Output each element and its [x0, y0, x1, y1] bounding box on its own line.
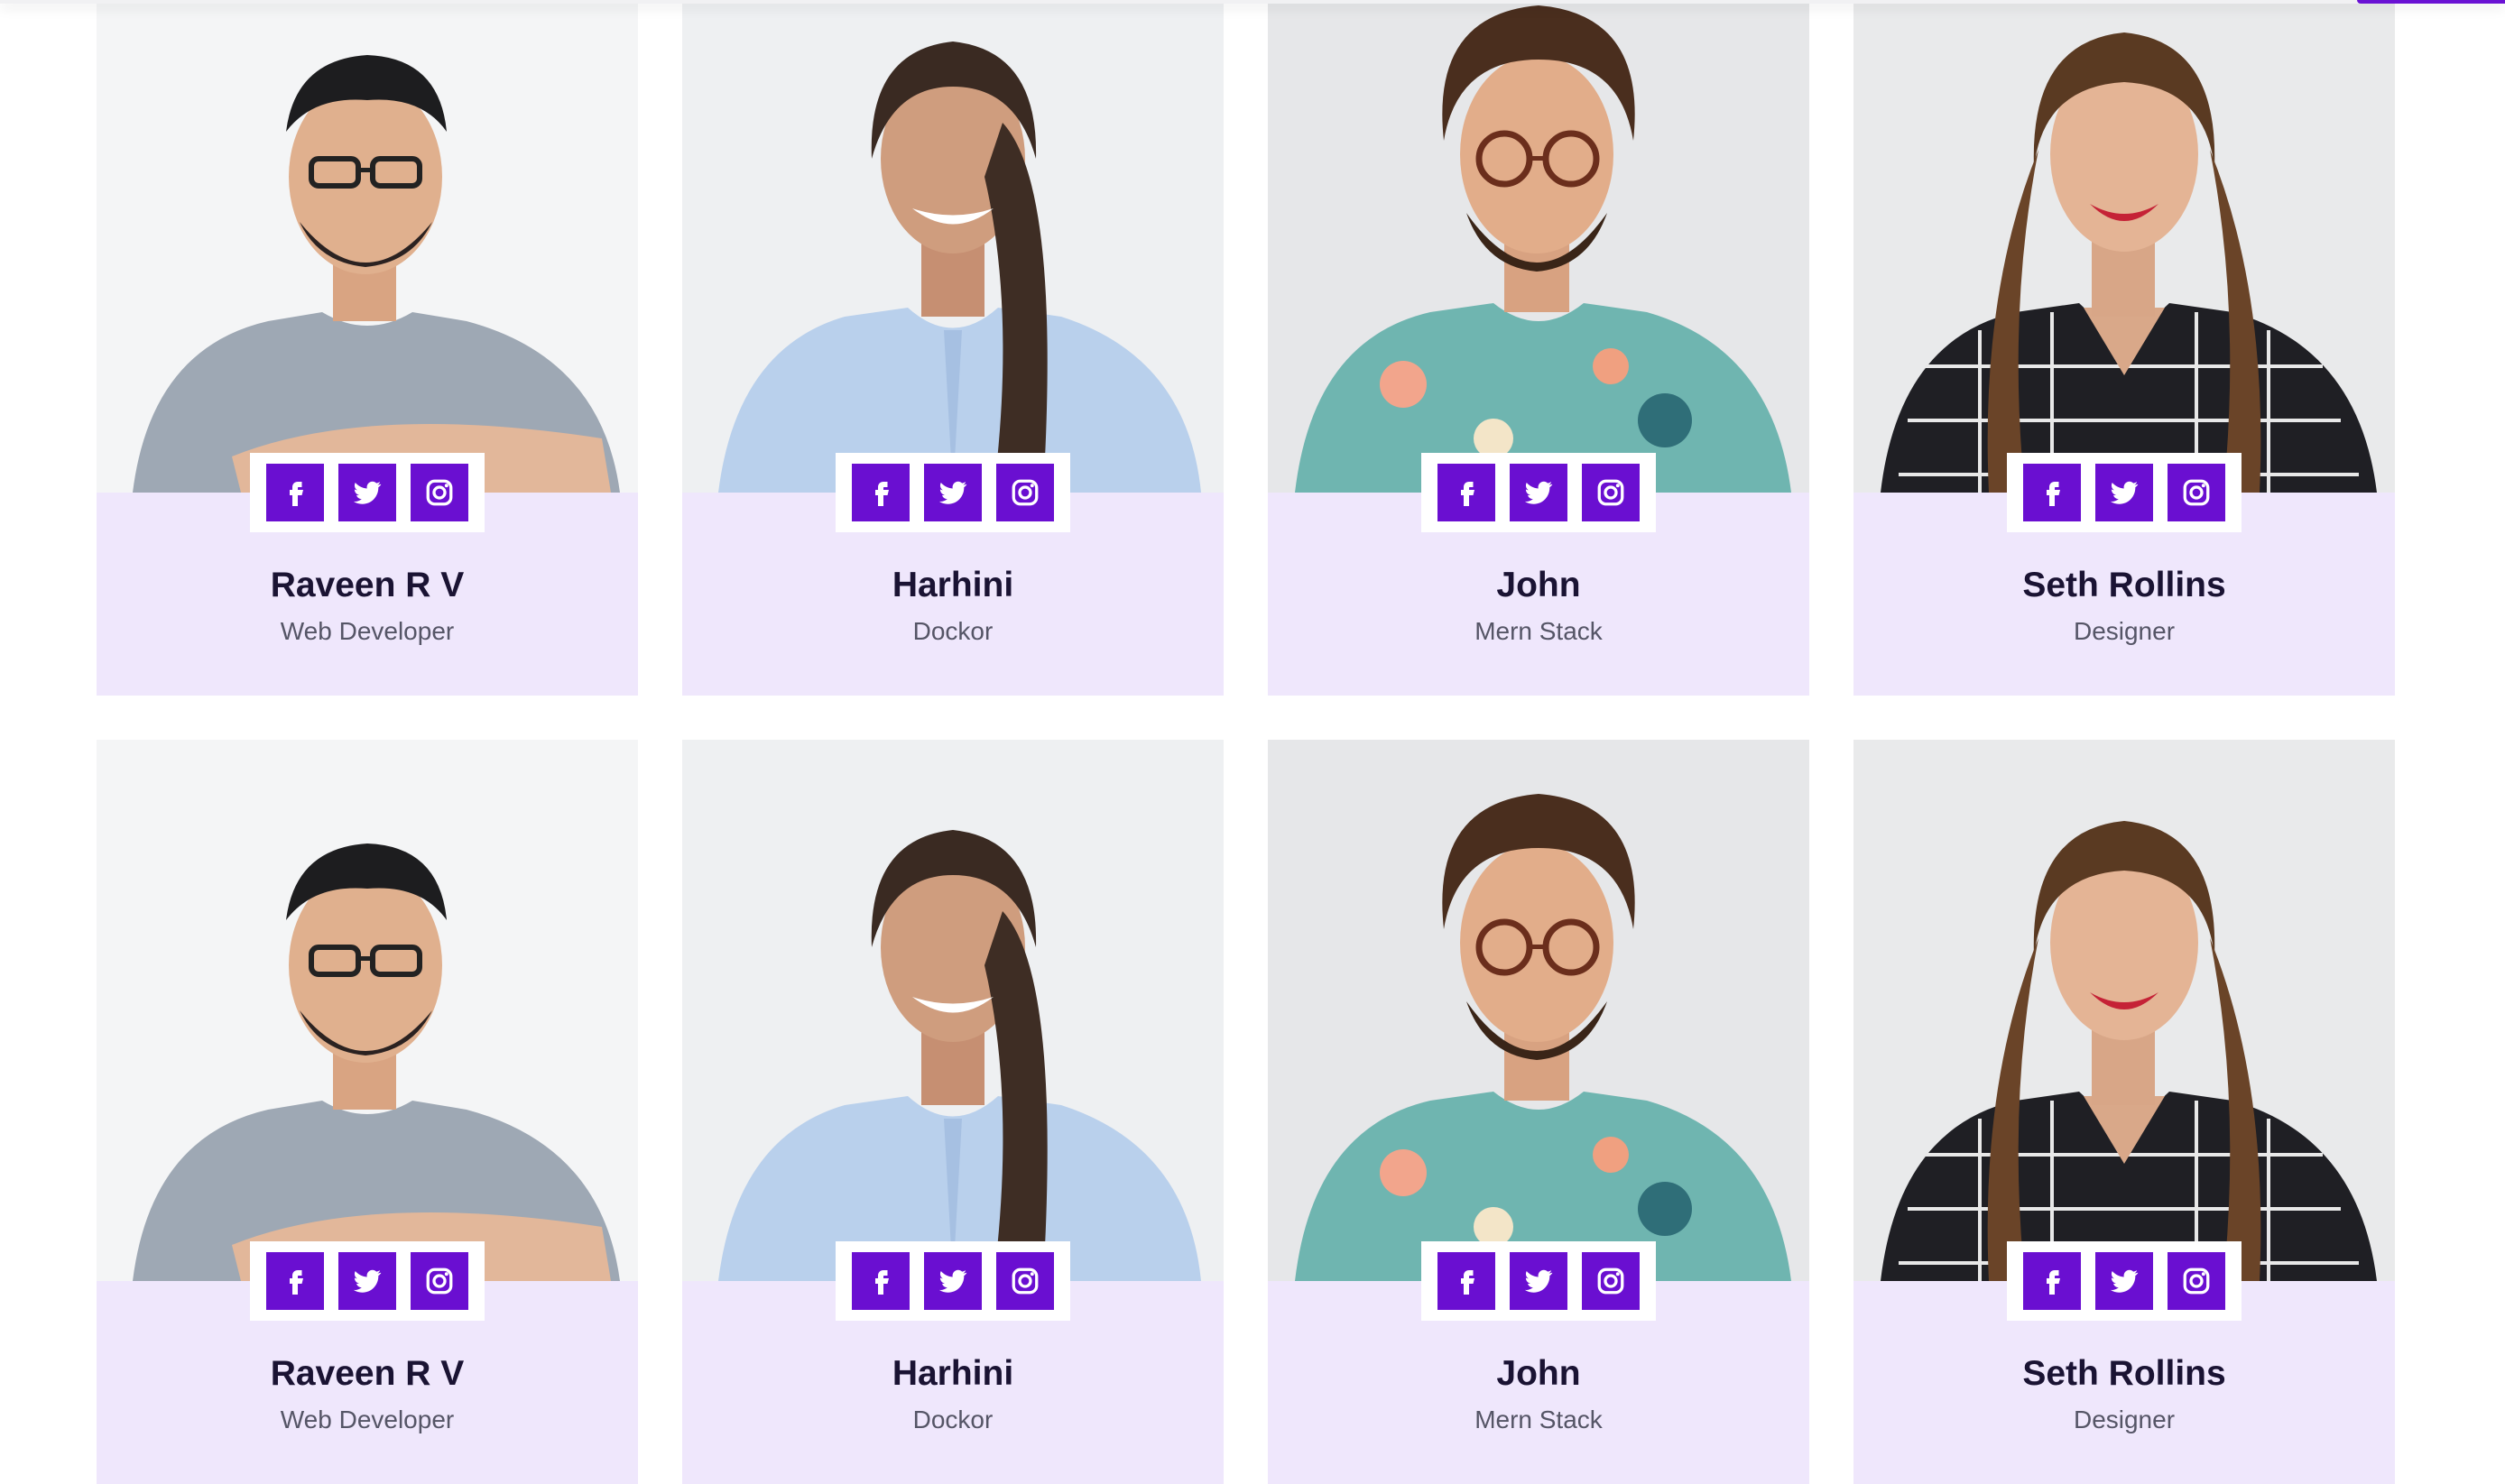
instagram-icon — [426, 479, 453, 506]
instagram-icon — [1597, 479, 1624, 506]
twitter-button[interactable] — [2095, 1252, 2153, 1310]
twitter-icon — [2110, 481, 2139, 504]
member-role: Designer — [2073, 1406, 2176, 1433]
member-photo — [97, 0, 638, 493]
twitter-icon — [353, 1269, 382, 1293]
member-name: John — [1496, 566, 1581, 604]
twitter-icon — [938, 1269, 967, 1293]
facebook-icon — [1461, 482, 1474, 506]
twitter-icon — [353, 481, 382, 504]
member-role: Dockor — [912, 617, 994, 645]
facebook-icon — [2047, 1270, 2060, 1295]
instagram-icon — [2183, 479, 2210, 506]
twitter-icon — [2110, 1269, 2139, 1293]
top-header-bar — [0, 0, 2505, 4]
member-photo — [1268, 740, 1809, 1281]
twitter-button[interactable] — [924, 464, 982, 521]
instagram-button[interactable] — [2168, 464, 2225, 521]
member-role: Web Developer — [280, 617, 455, 645]
facebook-icon — [290, 482, 303, 506]
member-photo — [1853, 740, 2395, 1281]
member-name: Raveen R V — [270, 566, 465, 604]
member-role: Designer — [2073, 617, 2176, 645]
instagram-button[interactable] — [1582, 464, 1640, 521]
social-links — [1421, 1241, 1656, 1321]
team-card: Harhini Dockor — [682, 0, 1224, 696]
member-photo — [1853, 0, 2395, 493]
facebook-icon — [290, 1270, 303, 1295]
instagram-icon — [1597, 1267, 1624, 1295]
social-links — [1421, 453, 1656, 532]
member-role: Mern Stack — [1474, 1406, 1603, 1433]
instagram-button[interactable] — [996, 1252, 1054, 1310]
facebook-button[interactable] — [852, 1252, 910, 1310]
team-card: Raveen R V Web Developer — [97, 0, 638, 696]
facebook-icon — [2047, 482, 2060, 506]
facebook-button[interactable] — [852, 464, 910, 521]
member-role: Mern Stack — [1474, 617, 1603, 645]
social-links — [2007, 453, 2242, 532]
instagram-button[interactable] — [996, 464, 1054, 521]
twitter-button[interactable] — [924, 1252, 982, 1310]
instagram-icon — [426, 1267, 453, 1295]
member-name: Seth Rollins — [2022, 566, 2226, 604]
member-name: Seth Rollins — [2022, 1354, 2226, 1393]
twitter-icon — [1524, 481, 1553, 504]
member-photo — [97, 740, 638, 1281]
twitter-button[interactable] — [338, 1252, 396, 1310]
facebook-button[interactable] — [266, 1252, 324, 1310]
member-name: John — [1496, 1354, 1581, 1393]
twitter-button[interactable] — [1510, 1252, 1567, 1310]
twitter-button[interactable] — [1510, 464, 1567, 521]
team-card: Seth Rollins Designer — [1853, 0, 2395, 696]
facebook-button[interactable] — [1437, 1252, 1495, 1310]
team-card: John Mern Stack — [1268, 0, 1809, 696]
header-accent — [2357, 0, 2505, 4]
member-role: Web Developer — [280, 1406, 455, 1433]
instagram-button[interactable] — [1582, 1252, 1640, 1310]
social-links — [836, 1241, 1070, 1321]
member-photo — [1268, 0, 1809, 493]
member-name: Harhini — [892, 566, 1014, 604]
instagram-icon — [2183, 1267, 2210, 1295]
team-card: Raveen R V Web Developer — [97, 740, 638, 1484]
team-card: Seth Rollins Designer — [1853, 740, 2395, 1484]
instagram-button[interactable] — [411, 1252, 468, 1310]
twitter-button[interactable] — [2095, 464, 2153, 521]
twitter-icon — [938, 481, 967, 504]
team-grid: Raveen R V Web Developer Harhini Dockor … — [97, 0, 2395, 1484]
member-role: Dockor — [912, 1406, 994, 1433]
instagram-icon — [1012, 1267, 1039, 1295]
member-photo — [682, 0, 1224, 493]
facebook-button[interactable] — [266, 464, 324, 521]
member-name: Harhini — [892, 1354, 1014, 1393]
facebook-button[interactable] — [1437, 464, 1495, 521]
facebook-icon — [875, 482, 889, 506]
member-name: Raveen R V — [270, 1354, 465, 1393]
instagram-button[interactable] — [411, 464, 468, 521]
social-links — [2007, 1241, 2242, 1321]
social-links — [250, 1241, 485, 1321]
member-photo — [682, 740, 1224, 1281]
instagram-icon — [1012, 479, 1039, 506]
facebook-button[interactable] — [2023, 1252, 2081, 1310]
social-links — [836, 453, 1070, 532]
twitter-button[interactable] — [338, 464, 396, 521]
facebook-icon — [875, 1270, 889, 1295]
team-card: Harhini Dockor — [682, 740, 1224, 1484]
facebook-icon — [1461, 1270, 1474, 1295]
team-card: John Mern Stack — [1268, 740, 1809, 1484]
twitter-icon — [1524, 1269, 1553, 1293]
instagram-button[interactable] — [2168, 1252, 2225, 1310]
social-links — [250, 453, 485, 532]
facebook-button[interactable] — [2023, 464, 2081, 521]
